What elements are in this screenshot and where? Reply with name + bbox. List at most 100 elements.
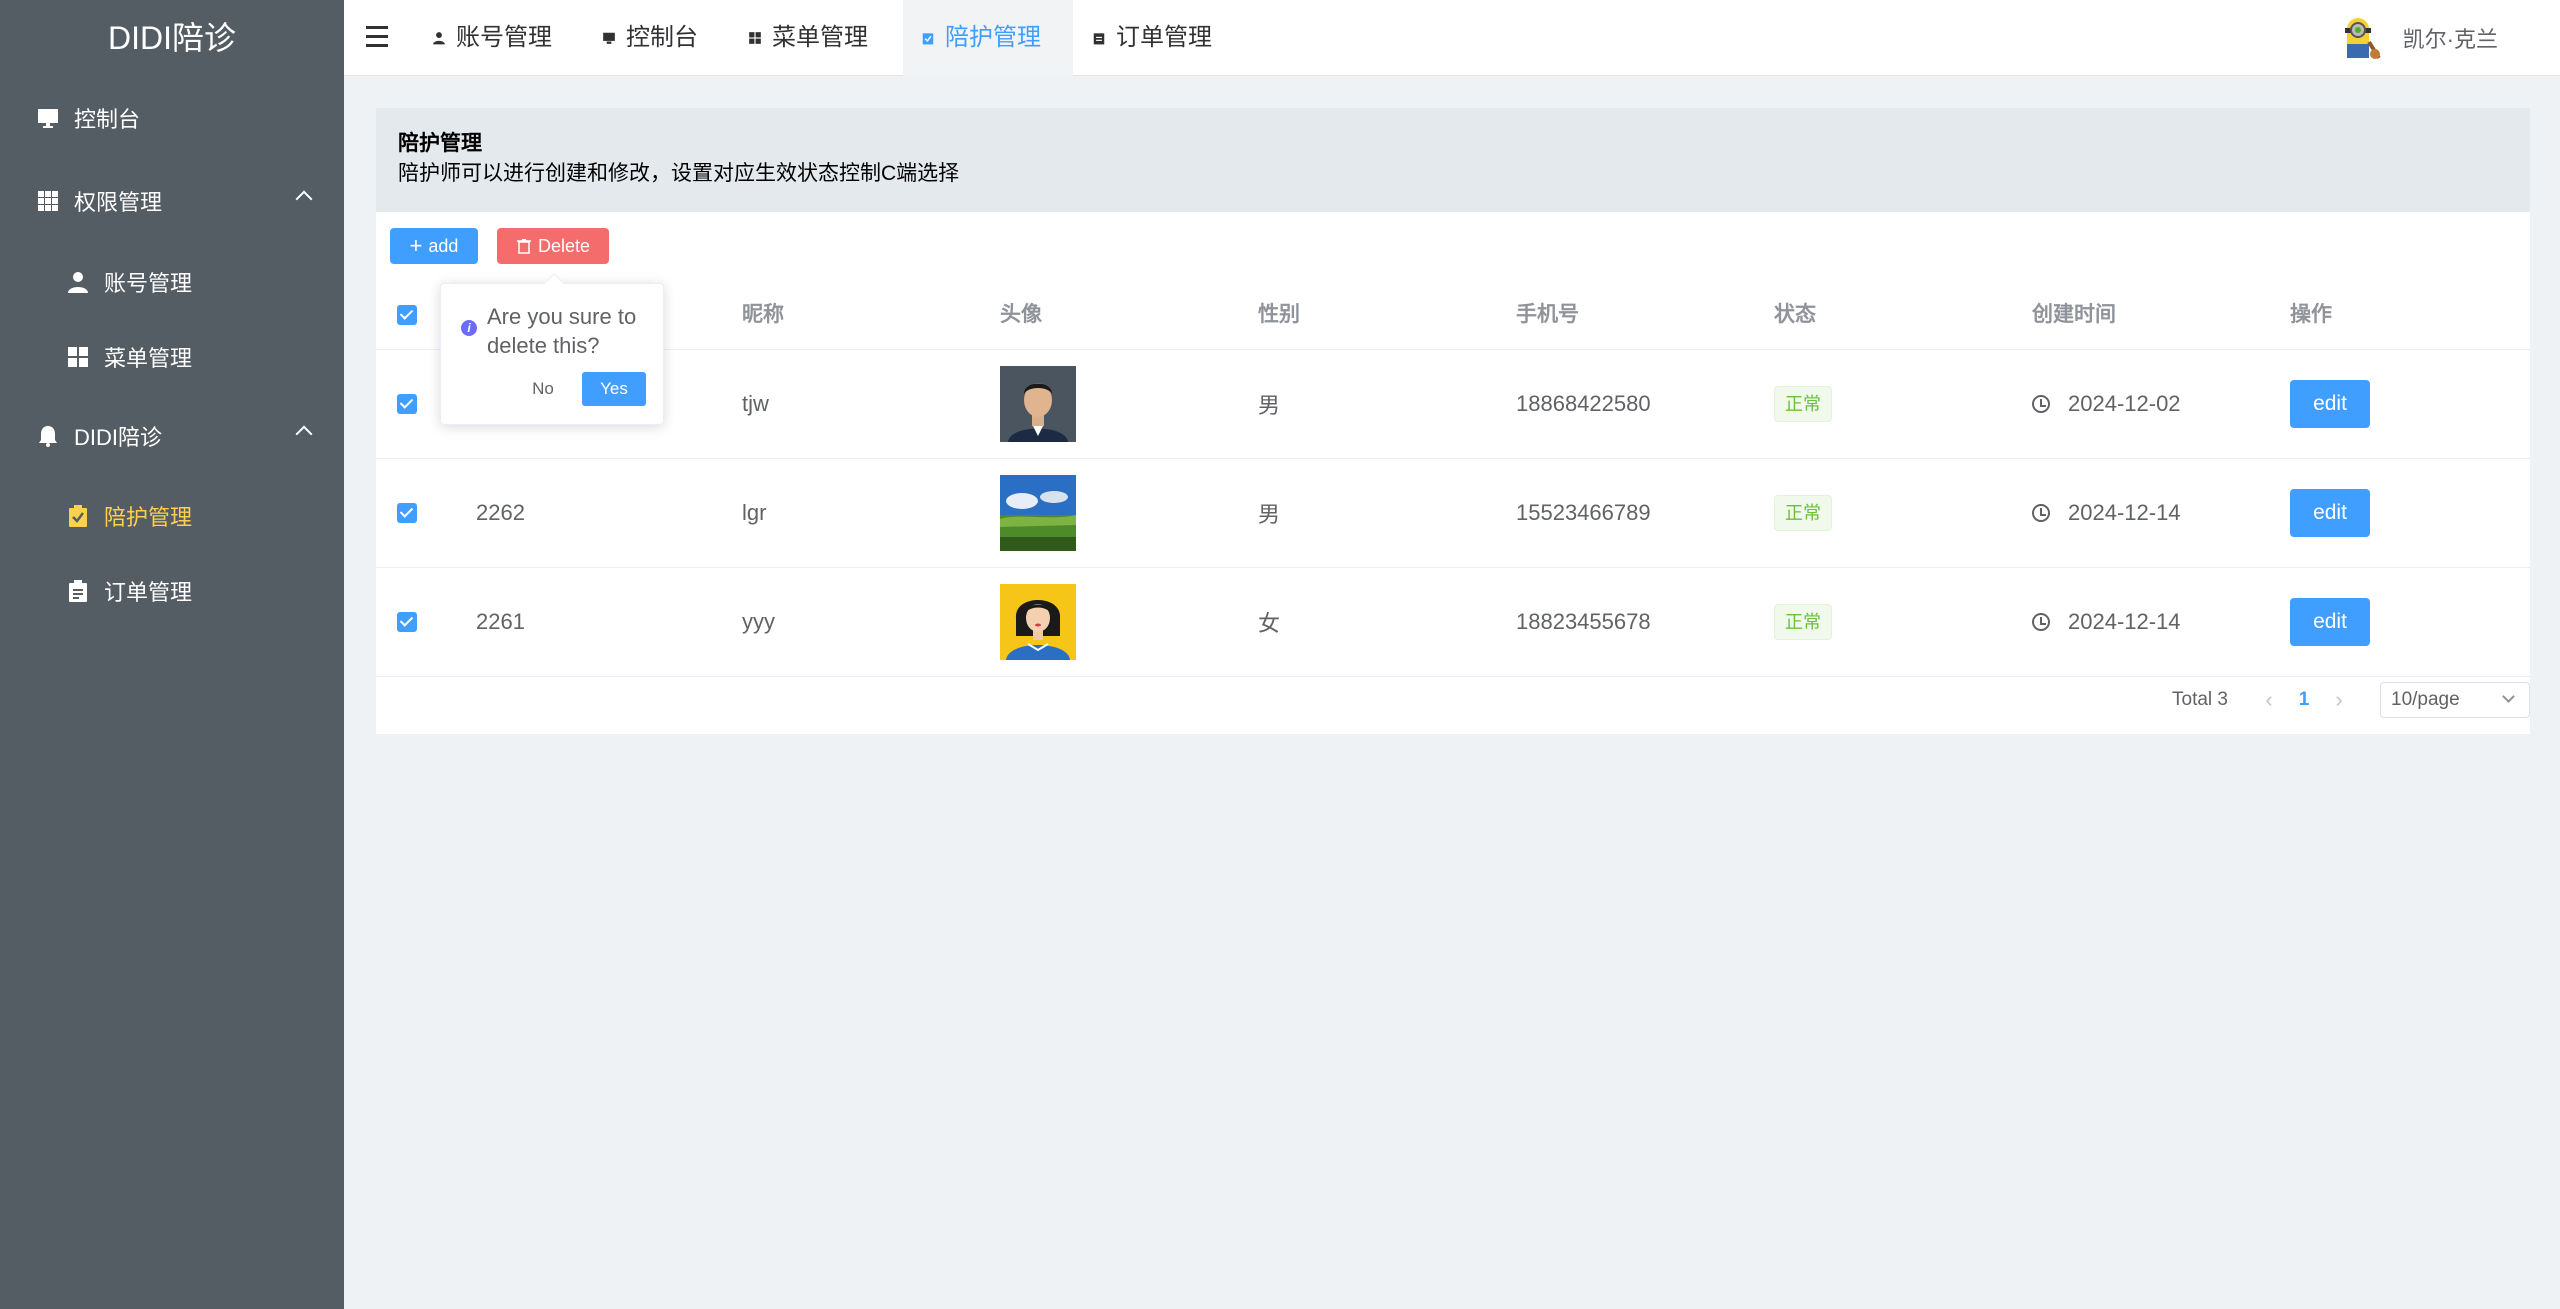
sidebar-item-didi[interactable]: DIDI陪诊 <box>0 400 344 472</box>
add-label: add <box>428 235 459 256</box>
page-size-value: 10/page <box>2391 689 2460 710</box>
clock-icon <box>2032 395 2050 413</box>
column-header: 头像 <box>1000 303 1042 326</box>
tab-dashboard[interactable]: 控制台 <box>584 0 716 76</box>
tab-label: 陪护管理 <box>945 24 1041 51</box>
tab-escort[interactable]: 陪护管理 <box>903 0 1073 76</box>
table-row: 2261 yyy 女 18823455678 正常 2024-12-14 edi… <box>376 568 2530 677</box>
tab-menus[interactable]: 菜单管理 <box>730 0 886 76</box>
cell-id: 2262 <box>476 500 525 525</box>
sidebar-item-dashboard[interactable]: 控制台 <box>0 82 344 154</box>
confirm-message: Are you sure to delete this? <box>487 304 637 358</box>
column-header: 性别 <box>1258 303 1300 326</box>
column-header: 昵称 <box>742 303 784 326</box>
app-logo: DIDI陪诊 <box>107 20 236 56</box>
woman-illustration-image <box>1000 584 1076 660</box>
chevron-down-icon <box>2502 690 2515 703</box>
cell-created: 2024-12-14 <box>2032 459 2181 567</box>
tab-label: 订单管理 <box>1116 24 1212 51</box>
sidebar-item-menus[interactable]: 菜单管理 <box>0 321 344 393</box>
user-icon <box>433 32 445 45</box>
cell-avatar <box>1000 568 1076 676</box>
sidebar-item-label: 陪护管理 <box>104 505 193 530</box>
cell-gender: 女 <box>1258 611 1281 636</box>
page-header: 陪护管理 陪护师可以进行创建和修改，设置对应生效状态控制C端选择 <box>376 108 2530 212</box>
row-checkbox[interactable] <box>397 503 417 523</box>
cell-nickname: lgr <box>742 500 767 525</box>
user-menu[interactable]: 凯尔·克兰 <box>2335 0 2498 76</box>
grid-icon <box>38 191 58 211</box>
sidebar-item-label: 菜单管理 <box>104 346 193 371</box>
pagination-total: Total 3 <box>2172 689 2228 710</box>
table-row: tjw 男 18868422580 正常 2024-12-02 edit <box>376 350 2530 459</box>
edit-button[interactable]: edit <box>2290 380 2370 428</box>
confirm-yes-button[interactable]: Yes <box>582 372 646 406</box>
created-date: 2024-12-02 <box>2068 391 2181 416</box>
status-badge: 正常 <box>1774 386 1832 422</box>
add-button[interactable]: + add <box>390 228 478 264</box>
tab-accounts[interactable]: 账号管理 <box>414 0 570 76</box>
page-size-select[interactable]: 10/page <box>2380 682 2530 718</box>
sidebar: DIDI陪诊 控制台 权限管理 账号管理 菜单管理 DIDI陪诊 陪护管理 订单… <box>0 0 344 1309</box>
menu-grid-icon <box>749 32 761 44</box>
cell-actions: edit <box>2290 459 2370 567</box>
created-date: 2024-12-14 <box>2068 609 2181 634</box>
edit-button[interactable]: edit <box>2290 598 2370 646</box>
row-checkbox[interactable] <box>397 612 417 632</box>
menu-grid-icon <box>68 347 88 367</box>
sidebar-item-escort[interactable]: 陪护管理 <box>0 480 344 552</box>
cell-status: 正常 <box>1774 350 1832 458</box>
cell-actions: edit <box>2290 568 2370 676</box>
chevron-up-icon <box>295 425 313 443</box>
page-title: 陪护管理 <box>398 132 482 155</box>
monitor-icon <box>603 32 615 44</box>
cell-nickname: tjw <box>742 391 769 416</box>
cell-avatar <box>1000 459 1076 567</box>
delete-button[interactable]: Delete <box>497 228 609 264</box>
minion-avatar-icon <box>2344 18 2381 60</box>
cell-gender: 男 <box>1258 393 1281 418</box>
delete-label: Delete <box>537 235 591 256</box>
row-checkbox[interactable] <box>397 394 417 414</box>
next-page-icon[interactable]: › <box>2324 687 2354 713</box>
cell-id: 2261 <box>476 609 525 634</box>
clock-icon <box>2032 504 2050 522</box>
user-name: 凯尔·克兰 <box>2402 27 2498 52</box>
edit-button[interactable]: edit <box>2290 489 2370 537</box>
cell-status: 正常 <box>1774 459 1832 567</box>
cell-nickname: yyy <box>742 609 775 634</box>
plus-icon: + <box>409 233 423 258</box>
cell-created: 2024-12-14 <box>2032 568 2181 676</box>
man-portrait-image <box>1000 366 1076 442</box>
sidebar-item-permissions[interactable]: 权限管理 <box>0 165 344 237</box>
status-badge: 正常 <box>1774 495 1832 531</box>
table-card: + add Delete 昵称 头像 性别 手机号 状态 创建时间 操作 tjw <box>376 212 2530 734</box>
sidebar-item-orders[interactable]: 订单管理 <box>0 555 344 627</box>
sidebar-item-label: 账号管理 <box>104 271 193 296</box>
clipboard-check-icon <box>69 505 87 527</box>
trash-icon <box>516 239 531 254</box>
select-all-checkbox[interactable] <box>397 305 417 325</box>
sidebar-item-accounts[interactable]: 账号管理 <box>0 246 344 318</box>
cell-phone: 15523466789 <box>1516 500 1651 525</box>
tab-label: 控制台 <box>626 24 698 51</box>
column-header: 状态 <box>1774 303 1816 326</box>
page-description: 陪护师可以进行创建和修改，设置对应生效状态控制C端选择 <box>398 162 960 185</box>
cell-actions: edit <box>2290 350 2370 458</box>
top-header: 账号管理 控制台 菜单管理 陪护管理 订单管理 凯尔·克兰 <box>344 0 2560 76</box>
page-number[interactable]: 1 <box>2284 689 2324 711</box>
cell-phone: 18823455678 <box>1516 609 1651 634</box>
tab-orders[interactable]: 订单管理 <box>1074 0 1230 76</box>
collapse-menu-icon[interactable] <box>366 26 388 50</box>
user-icon <box>68 272 88 293</box>
delete-confirm-popover: i Are you sure to delete this? No Yes <box>440 273 664 425</box>
tab-label: 账号管理 <box>456 24 552 51</box>
cell-avatar <box>1000 350 1076 458</box>
chevron-up-icon <box>295 190 313 208</box>
table-row: 2262 lgr 男 15523466789 正常 2024-12-14 edi… <box>376 459 2530 568</box>
cell-status: 正常 <box>1774 568 1832 676</box>
sidebar-item-label: 权限管理 <box>74 190 163 215</box>
prev-page-icon[interactable]: ‹ <box>2254 687 2284 713</box>
cell-phone: 18868422580 <box>1516 391 1651 416</box>
confirm-no-button[interactable]: No <box>519 372 567 406</box>
